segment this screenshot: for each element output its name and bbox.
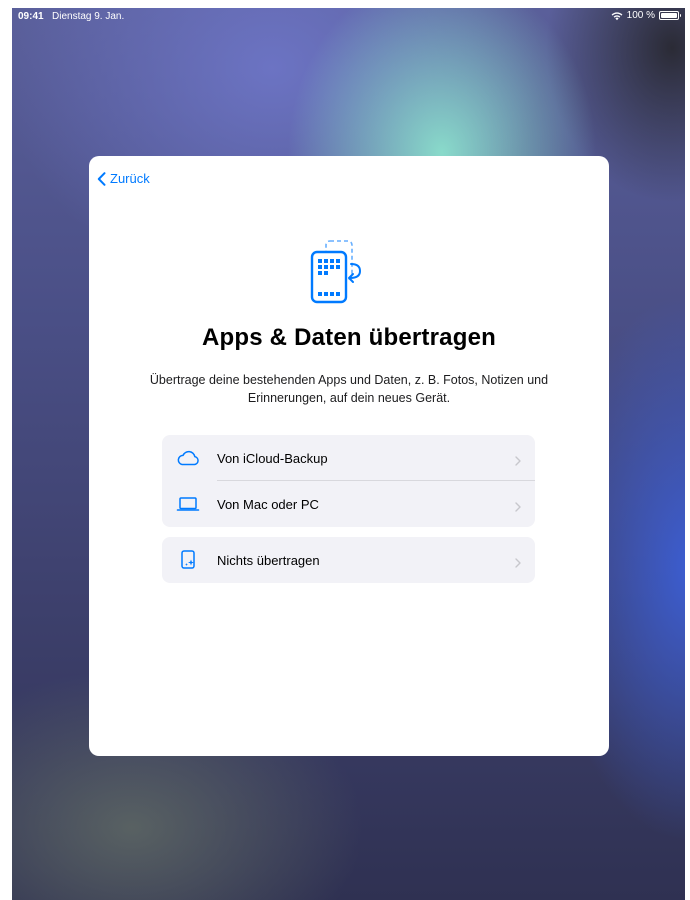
- back-button[interactable]: Zurück: [97, 171, 150, 186]
- ipad-transfer-icon: [304, 238, 368, 308]
- chevron-right-icon: [515, 555, 521, 568]
- battery-percentage: 100 %: [626, 10, 655, 21]
- new-device-sparkle-icon: [176, 550, 200, 570]
- wifi-icon: [611, 11, 623, 21]
- chevron-right-icon: [515, 499, 521, 512]
- status-time: 09:41: [18, 11, 44, 22]
- cloud-icon: [176, 448, 200, 468]
- option-mac-or-pc[interactable]: Von Mac oder PC: [162, 481, 535, 527]
- page-title: Apps & Daten übertragen: [202, 324, 496, 351]
- battery-icon: [659, 11, 681, 20]
- option-transfer-nothing[interactable]: Nichts übertragen: [162, 537, 535, 583]
- transfer-options-group: Von iCloud-Backup Von Mac oder PC: [162, 435, 535, 527]
- status-date: Dienstag 9. Jan.: [52, 11, 125, 22]
- laptop-icon: [176, 494, 200, 514]
- chevron-left-icon: [97, 171, 106, 186]
- back-label: Zurück: [110, 171, 150, 186]
- option-label: Von iCloud-Backup: [217, 450, 328, 466]
- ipad-screen: 09:41 Dienstag 9. Jan. 100 % Zurück Apps…: [12, 8, 685, 900]
- chevron-right-icon: [515, 453, 521, 466]
- option-icloud-backup[interactable]: Von iCloud-Backup: [162, 435, 535, 481]
- transfer-sheet: Zurück Apps & Daten übertragen Übertrage…: [89, 156, 609, 756]
- option-label: Nichts übertragen: [217, 552, 320, 568]
- status-bar: 09:41 Dienstag 9. Jan. 100 %: [12, 8, 685, 26]
- page-subtitle: Übertrage deine bestehenden Apps und Dat…: [149, 373, 549, 405]
- option-label: Von Mac oder PC: [217, 496, 319, 512]
- skip-transfer-group: Nichts übertragen: [162, 537, 535, 583]
- status-indicators: 100 %: [611, 10, 681, 21]
